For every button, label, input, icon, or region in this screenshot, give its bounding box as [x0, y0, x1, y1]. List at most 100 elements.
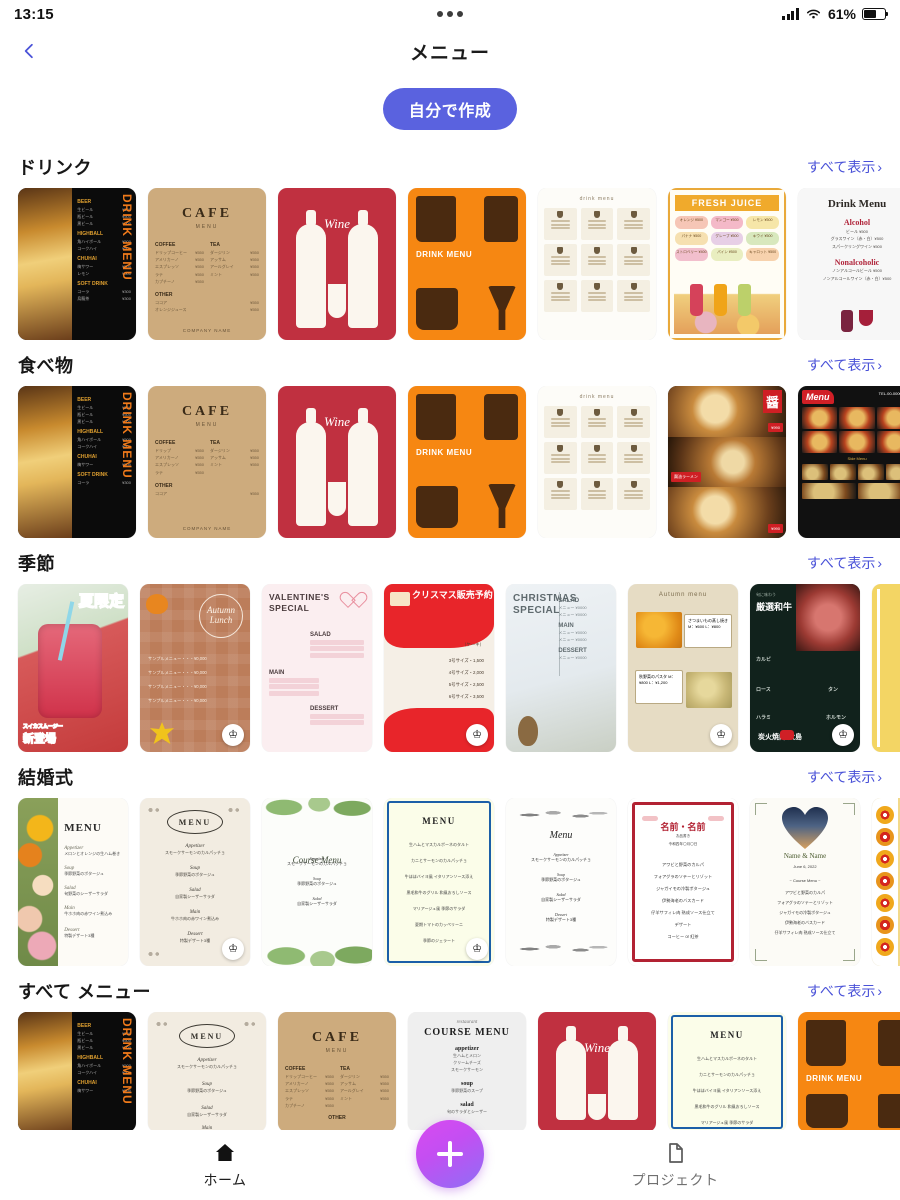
block-header: DESSERT: [310, 706, 339, 712]
vertical-title: DRINK MENU: [120, 1018, 134, 1105]
template-card-cafe-menu-kraft[interactable]: CAFE MENU COFFEE ドリップコーヒー ¥550 アメリカーノ ¥550…: [148, 188, 266, 340]
tab-home[interactable]: ホーム: [150, 1141, 300, 1190]
dm-line: スパークリングワイン ¥500: [831, 243, 882, 249]
thumbnail: 名前・名前 お品書き 令和四年〇月〇日 アワビと野菜のカルパ フォアグラのソテー…: [628, 798, 738, 966]
see-all-drink[interactable]: すべて表示 ›: [807, 157, 882, 177]
template-card-drink-menu-dark-beer[interactable]: BEER 生ビール ¥500 瓶ビール ¥500 黒ビール ¥500 HIGHBALL…: [18, 1012, 136, 1132]
see-all-season[interactable]: すべて表示 ›: [807, 553, 882, 573]
column-header: TEA: [340, 1066, 350, 1072]
see-all-all[interactable]: すべて表示 ›: [807, 981, 882, 1001]
template-card-wine-menu-red[interactable]: Wine: [278, 188, 396, 340]
template-card-drink-menu-orange[interactable]: DRINK MENU: [408, 188, 526, 340]
size-line: 4号サイズ・2,000: [448, 670, 484, 675]
menu-line: カニとサーモンのカルパッチョ: [411, 858, 467, 863]
premium-crown-badge: ♔: [222, 938, 244, 960]
status-time: 13:15: [14, 5, 54, 23]
thumbnail: CAFE MENU COFFEE ドリップ ¥550 アメリカーノ ¥550 エスプ…: [148, 386, 266, 538]
template-card-valentines-special-menu[interactable]: VALENTINE'S SPECIAL SALAD MAIN DESSERT: [262, 584, 372, 752]
block-header: SALAD: [310, 632, 331, 638]
template-card-course-menu-white[interactable]: restaurant COURSE MENU appetizer 生ハムとメロン…: [408, 1012, 526, 1132]
template-card-gold-marigold-wedding-menu[interactable]: Name & Name Wedding June 6, 2022 ~ Cours…: [872, 798, 900, 966]
cellular-signal-icon: [782, 8, 799, 20]
status-indicators: 61%: [706, 6, 889, 22]
sub-title: Side Menu: [847, 456, 867, 461]
course: Appetizer: [185, 844, 205, 849]
chevron-right-icon: ›: [877, 983, 882, 999]
template-card-drink-menu-dark-beer[interactable]: BEER 生ビール ¥500 瓶ビール ¥500 黒ビール ¥500 HIGHBALL…: [18, 188, 136, 340]
template-card-blue-border-menu[interactable]: MENU 生ハムとマスカルポーネのタルト カニとサーモンのカルパッチョ 牛ほほバ…: [668, 1012, 786, 1132]
template-card-sunflower-floral-menu[interactable]: MENU Appetizer メロンとオレンジの生ハム巻き Soup 季節野菜のポタ…: [18, 798, 128, 966]
wg-title: 厳選和牛: [756, 602, 793, 612]
create-own-button[interactable]: 自分で作成: [382, 88, 518, 130]
thumbnail: 醤 ¥990 醤油ラーメン ¥990: [668, 386, 786, 538]
template-card-drink-menu-dark-beer[interactable]: BEER 生ビール ¥500 瓶ビール ¥500 黒ビール ¥500 HIGHBALL…: [18, 386, 136, 538]
section-header: 季節 すべて表示 ›: [0, 544, 900, 584]
menu-line: 牛ほほバイヨ風 イタリアンソース添え: [404, 874, 474, 879]
template-card-drink-menu-orange[interactable]: DRINK MENU: [408, 386, 526, 538]
template-card-classic-oval-menu[interactable]: MENU Appetizer スモークサーモンのカルパッチョ Soup 季節野菜のポ…: [148, 1012, 266, 1132]
template-card-drink-menu-alcohol-white[interactable]: Drink Menu Alcohol ビール ¥500 グラスワイン（赤・白）¥…: [798, 188, 900, 340]
section-drink: ドリンク すべて表示 › BEER 生ビール ¥500 瓶ビール ¥500 黒ビール…: [0, 148, 900, 340]
floral-art: [18, 798, 58, 966]
template-card-pizza-grid-menu[interactable]: Menu TEL.00-0000-0000 Side Menu: [798, 386, 900, 538]
template-rail-season[interactable]: 夏限定 スイカスムージー 新登場 Autumn Lunch サンプルメニュー・・…: [0, 584, 900, 752]
fruit-photo: [674, 276, 780, 334]
create-fab[interactable]: [416, 1120, 484, 1188]
chevron-left-icon: [24, 43, 33, 59]
xmas-sub: （ケーキ）: [462, 642, 484, 647]
template-card-fresh-juice-menu[interactable]: FRESH JUICE オレンジ ¥500 マンゴー ¥500 レモン ¥500…: [668, 188, 786, 340]
template-card-wine-menu-red[interactable]: Wine: [278, 386, 396, 538]
template-rail-drink[interactable]: BEER 生ビール ¥500 瓶ビール ¥500 黒ビール ¥500 HIGHBALL…: [0, 188, 900, 340]
see-all-wedding[interactable]: すべて表示 ›: [807, 767, 882, 787]
template-card-wagyu-yakiniku-menu[interactable]: 旬に味わう 厳選和牛 カルビ ロース タン ハラミ ホルモン 炭火焼肉 大島 ♔: [750, 584, 860, 752]
menu-line: コーヒー or 紅茶: [667, 934, 699, 939]
menu-line: デザート: [674, 922, 692, 927]
template-card-christmas-cake-order[interactable]: クリスマス販売予約 （ケーキ） 3号サイズ・1,500 4号サイズ・2,000 …: [384, 584, 494, 752]
thumbnail: CAFE MENU COFFEE ドリップコーヒー ¥550 アメリカーノ ¥550…: [278, 1012, 396, 1132]
template-card-cafe-menu-kraft[interactable]: CAFE MENU COFFEE ドリップ ¥550 アメリカーノ ¥550 エスプ…: [148, 386, 266, 538]
template-rail-wedding[interactable]: MENU Appetizer メロンとオレンジの生ハム巻き Soup 季節野菜のポタ…: [0, 798, 900, 966]
template-card-heart-photo-wedding-menu[interactable]: Name & Name June 6, 2022 ~ Course Menu ~…: [750, 798, 860, 966]
block-header: appetizer: [455, 1046, 479, 1052]
template-card-drink-menu-orange[interactable]: DRINK MENU: [798, 1012, 900, 1132]
template-card-cafe-menu-kraft[interactable]: CAFE MENU COFFEE ドリップコーヒー ¥550 アメリカーノ ¥550…: [278, 1012, 396, 1132]
thumbnail: Name & Name June 6, 2022 ~ Course Menu ~…: [750, 798, 860, 966]
menu-line: マリアージュ風 季節のサラダ: [412, 906, 466, 911]
template-card-green-botanical-menu[interactable]: Course Menu Appetizer スモークサーモンのカルパッチョ So…: [262, 798, 372, 966]
premium-crown-badge: ♔: [832, 724, 854, 746]
template-card-drink-menu-grid-light[interactable]: drink menu: [538, 188, 656, 340]
hp-date: June 6, 2022: [793, 864, 817, 869]
template-card-autumn-lunch-menu[interactable]: Autumn Lunch サンプルメニュー・・・¥0,000 サンプルメニュー・…: [140, 584, 250, 752]
thumbnail: VALENTINE'S SPECIAL SALAD MAIN DESSERT: [262, 584, 372, 752]
template-card-wine-menu-red[interactable]: Wine: [538, 1012, 656, 1132]
see-all-label: すべて表示: [806, 983, 876, 999]
size-line: 5号サイズ・2,500: [448, 682, 484, 687]
template-card-yellow-seasonal-menu[interactable]: [872, 584, 900, 752]
section-food: 食べ物 すべて表示 › BEER 生ビール ¥500 瓶ビール ¥500 黒ビール ¥…: [0, 346, 900, 538]
see-all-label: すべて表示: [806, 357, 876, 373]
back-button[interactable]: [12, 34, 46, 68]
template-card-classic-oval-menu[interactable]: MENU Appetizer スモークサーモンのカルパッチョ Soup 季節野菜のポ…: [140, 798, 250, 966]
extra-header: OTHER: [155, 291, 173, 298]
bb-title: MENU: [422, 816, 456, 826]
template-card-ramen-menu-shoyu[interactable]: 醤 ¥990 醤油ラーメン ¥990: [668, 386, 786, 538]
price-tag: ¥990: [768, 422, 783, 432]
template-card-drink-menu-grid-light[interactable]: drink menu: [538, 386, 656, 538]
see-all-food[interactable]: すべて表示 ›: [807, 355, 882, 375]
thumbnail: Name & Name Wedding June 6, 2022 ~ Cours…: [872, 798, 900, 966]
template-card-japanese-red-frame-menu[interactable]: 名前・名前 お品書き 令和四年〇月〇日 アワビと野菜のカルパ フォアグラのソテー…: [628, 798, 738, 966]
group-label: SOFT DRINK: [77, 281, 108, 287]
template-card-sketch-frame-menu[interactable]: Menu Appetizer スモークサーモンのカルパッチョ Soup 季節野菜…: [506, 798, 616, 966]
template-rail-all[interactable]: BEER 生ビール ¥500 瓶ビール ¥500 黒ビール ¥500 HIGHBALL…: [0, 1012, 900, 1132]
summer-sub: スイカスムージー 新登場: [22, 723, 63, 746]
template-rail-food[interactable]: BEER 生ビール ¥500 瓶ビール ¥500 黒ビール ¥500 HIGHBALL…: [0, 386, 900, 538]
template-card-autumn-menu-beige[interactable]: Autumn menu さつまいもの蒸し焼き M：¥600 L：¥800 秋野菜…: [628, 584, 738, 752]
template-card-christmas-special-white[interactable]: CHRISTMAS SPECIAL SALAD メニュー ¥0000 メニュー …: [506, 584, 616, 752]
tab-project[interactable]: プロジェクト: [600, 1141, 750, 1190]
grid-title: drink menu: [579, 394, 615, 400]
document-icon: [669, 1142, 683, 1163]
template-card-summer-limited-drink[interactable]: 夏限定 スイカスムージー 新登場: [18, 584, 128, 752]
menu-line: ジャガイモの冷製ポタージュ: [779, 910, 831, 915]
chevron-right-icon: ›: [877, 769, 882, 785]
template-card-blue-border-menu[interactable]: MENU 生ハムとマスカルポーネのタルト カニとサーモンのカルパッチョ 牛ほほバ…: [384, 798, 494, 966]
